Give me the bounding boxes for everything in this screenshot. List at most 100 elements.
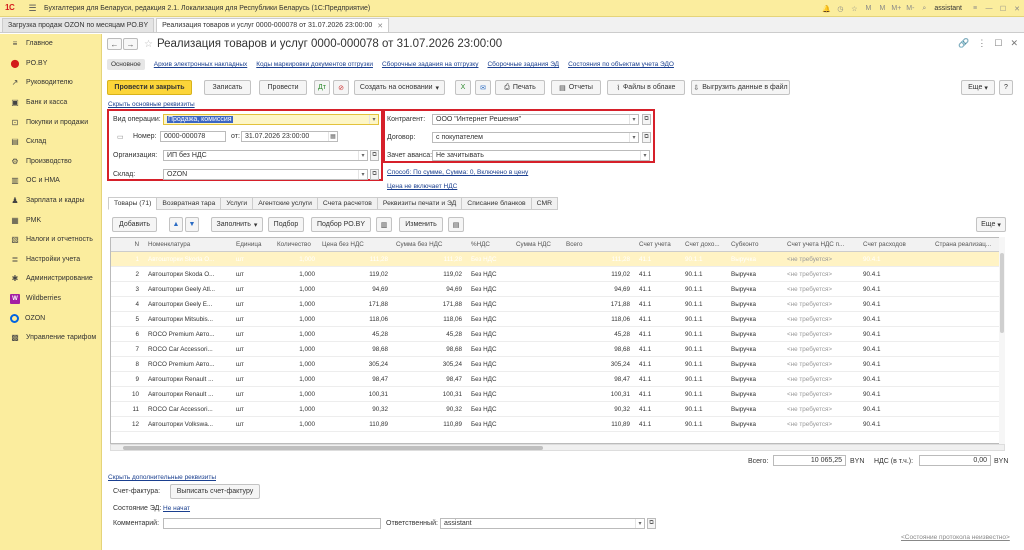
table-cell[interactable]: шт (234, 342, 272, 356)
table-cell[interactable]: 41.1 (637, 342, 679, 356)
table-cell[interactable]: 7 (111, 342, 141, 356)
table-cell[interactable]: 118,06 (394, 312, 464, 326)
table-cell[interactable]: 111,28 (564, 252, 632, 266)
table-cell[interactable]: 305,24 (394, 357, 464, 371)
table-row[interactable]: 5 Автошторки Mitsubis... шт 1,000 118,06 118,… (111, 312, 1004, 327)
comment-field[interactable] (163, 518, 381, 529)
table-cell[interactable] (514, 267, 561, 281)
link-assembly-tasks[interactable]: Сборочные задания на отгрузку (382, 61, 479, 68)
table-cell[interactable]: 5 (111, 312, 141, 326)
pick-button[interactable]: Подбор (268, 217, 304, 232)
table-cell[interactable]: 90.4.1 (861, 297, 929, 311)
table-more-button[interactable]: Еще ▾ (976, 217, 1006, 232)
table-cell[interactable]: 90,32 (394, 402, 464, 416)
table-cell[interactable]: шт (234, 312, 272, 326)
table-cell[interactable]: Без НДС (469, 282, 511, 296)
vertical-scrollbar[interactable] (999, 237, 1005, 444)
table-cell[interactable]: 98,68 (320, 342, 390, 356)
table-cell[interactable]: 1,000 (275, 297, 317, 311)
table-cell[interactable]: 11 (111, 402, 141, 416)
table-cell[interactable]: 90.1.1 (683, 297, 725, 311)
table-cell[interactable]: Без НДС (469, 327, 511, 341)
table-cell[interactable]: Выручка (729, 402, 781, 416)
move-down-icon[interactable]: ▼ (185, 217, 199, 232)
table-cell[interactable]: Без НДС (469, 252, 511, 266)
back-button[interactable]: ← (107, 38, 122, 50)
sidebar-item-pmk[interactable]: ▦ PMK (0, 210, 101, 230)
tab-settlement-accounts[interactable]: Счета расчетов (316, 197, 377, 210)
filter-icon[interactable]: ≡ (968, 5, 982, 12)
favorite-star-icon[interactable]: ☆ (144, 39, 153, 50)
sidebar-item-ozon[interactable]: OZON (0, 308, 101, 328)
column-header[interactable]: Сумма без НДС (394, 238, 464, 251)
memory-m-icon[interactable]: M (861, 5, 875, 12)
tab-returnable-packaging[interactable]: Возвратная тара (156, 197, 221, 210)
window-tab-ozon-import[interactable]: Загрузка продаж OZON по месяцам PO.BY (2, 18, 155, 32)
table-cell[interactable]: Автошторки Renault ... (146, 372, 231, 386)
table-cell[interactable]: 1,000 (275, 342, 317, 356)
table-cell[interactable]: ROCO Car Accessori... (146, 342, 231, 356)
table-cell[interactable]: Без НДС (469, 402, 511, 416)
table-cell[interactable]: <не требуется> (785, 402, 857, 416)
table-cell[interactable] (514, 357, 561, 371)
table-cell[interactable]: 90.4.1 (861, 312, 929, 326)
table-cell[interactable]: 98,68 (394, 342, 464, 356)
close-icon[interactable]: ✕ (1010, 5, 1024, 13)
issue-invoice-button[interactable]: Выписать счет-фактуру (170, 484, 260, 499)
table-cell[interactable]: 41.1 (637, 252, 679, 266)
warehouse-field[interactable]: OZON ▾ (163, 169, 368, 180)
table-cell[interactable]: шт (234, 297, 272, 311)
table-cell[interactable]: 1,000 (275, 267, 317, 281)
close-icon[interactable]: ✕ (1010, 38, 1018, 49)
column-header[interactable]: Счет учета НДС п... (785, 238, 857, 251)
table-cell[interactable]: 90.1.1 (683, 267, 725, 281)
table-row[interactable]: 7 ROCO Car Accessori... шт 1,000 98,68 98,68 Б… (111, 342, 1004, 357)
table-cell[interactable]: 90.1.1 (683, 357, 725, 371)
favorites-icon[interactable]: ☆ (847, 5, 861, 13)
fill-button[interactable]: Заполнить ▾ (211, 217, 263, 232)
table-cell[interactable]: 90.4.1 (861, 387, 929, 401)
table-cell[interactable]: Выручка (729, 342, 781, 356)
table-cell[interactable] (933, 342, 1004, 356)
table-cell[interactable]: 305,24 (564, 357, 632, 371)
sidebar-item-wildberries[interactable]: W Wildberries (0, 289, 101, 309)
add-row-button[interactable]: Добавить (112, 217, 157, 232)
table-cell[interactable]: Выручка (729, 297, 781, 311)
table-cell[interactable]: 4 (111, 297, 141, 311)
table-cell[interactable]: 98,47 (320, 372, 390, 386)
bell-icon[interactable]: 🔔 (819, 5, 833, 13)
sidebar-item-poby[interactable]: ⬤ PO.BY (0, 54, 101, 74)
sidebar-item-main[interactable]: ≡ Главное (0, 34, 101, 54)
hide-main-details-link[interactable]: Скрыть основные реквизиты (108, 101, 195, 108)
email-icon[interactable]: ✉ (475, 80, 491, 95)
table-cell[interactable]: Выручка (729, 327, 781, 341)
sidebar-item-settings[interactable]: ≣ Настройки учета (0, 250, 101, 270)
table-cell[interactable]: шт (234, 387, 272, 401)
column-header[interactable]: %НДС (469, 238, 511, 251)
sidebar-item-manager[interactable]: ↗ Руководителю (0, 73, 101, 93)
table-cell[interactable]: 111,28 (394, 252, 464, 266)
table-cell[interactable]: 90.1.1 (683, 252, 725, 266)
responsible-field[interactable]: assistant ▾ (440, 518, 645, 529)
date-field[interactable]: 31.07.2026 23:00:00 ▦ (241, 131, 338, 142)
table-cell[interactable]: 98,47 (394, 372, 464, 386)
table-cell[interactable]: Автошторки Mitsubis... (146, 312, 231, 326)
memory-mplus-icon[interactable]: M+ (889, 5, 903, 12)
table-cell[interactable] (933, 312, 1004, 326)
table-cell[interactable]: 110,89 (320, 417, 390, 431)
table-cell[interactable]: Автошторки Geely Atl... (146, 282, 231, 296)
table-cell[interactable]: 1 (111, 252, 141, 266)
table-cell[interactable] (514, 297, 561, 311)
table-row[interactable]: 4 Автошторки Geely E... шт 1,000 171,88 171,8… (111, 297, 1004, 312)
maximize-icon[interactable]: ☐ (994, 38, 1002, 49)
tab-forms-writeoff[interactable]: Списание бланков (461, 197, 531, 210)
table-cell[interactable] (933, 387, 1004, 401)
table-cell[interactable]: Выручка (729, 252, 781, 266)
open-link-icon[interactable]: ⧉ (370, 150, 379, 161)
excel-icon[interactable]: X (455, 80, 471, 95)
tab-goods[interactable]: Товары (71) (108, 197, 157, 210)
table-cell[interactable]: шт (234, 372, 272, 386)
table-cell[interactable] (933, 372, 1004, 386)
table-cell[interactable]: 98,68 (564, 342, 632, 356)
posting-journal-icon[interactable]: Дт (314, 80, 330, 95)
